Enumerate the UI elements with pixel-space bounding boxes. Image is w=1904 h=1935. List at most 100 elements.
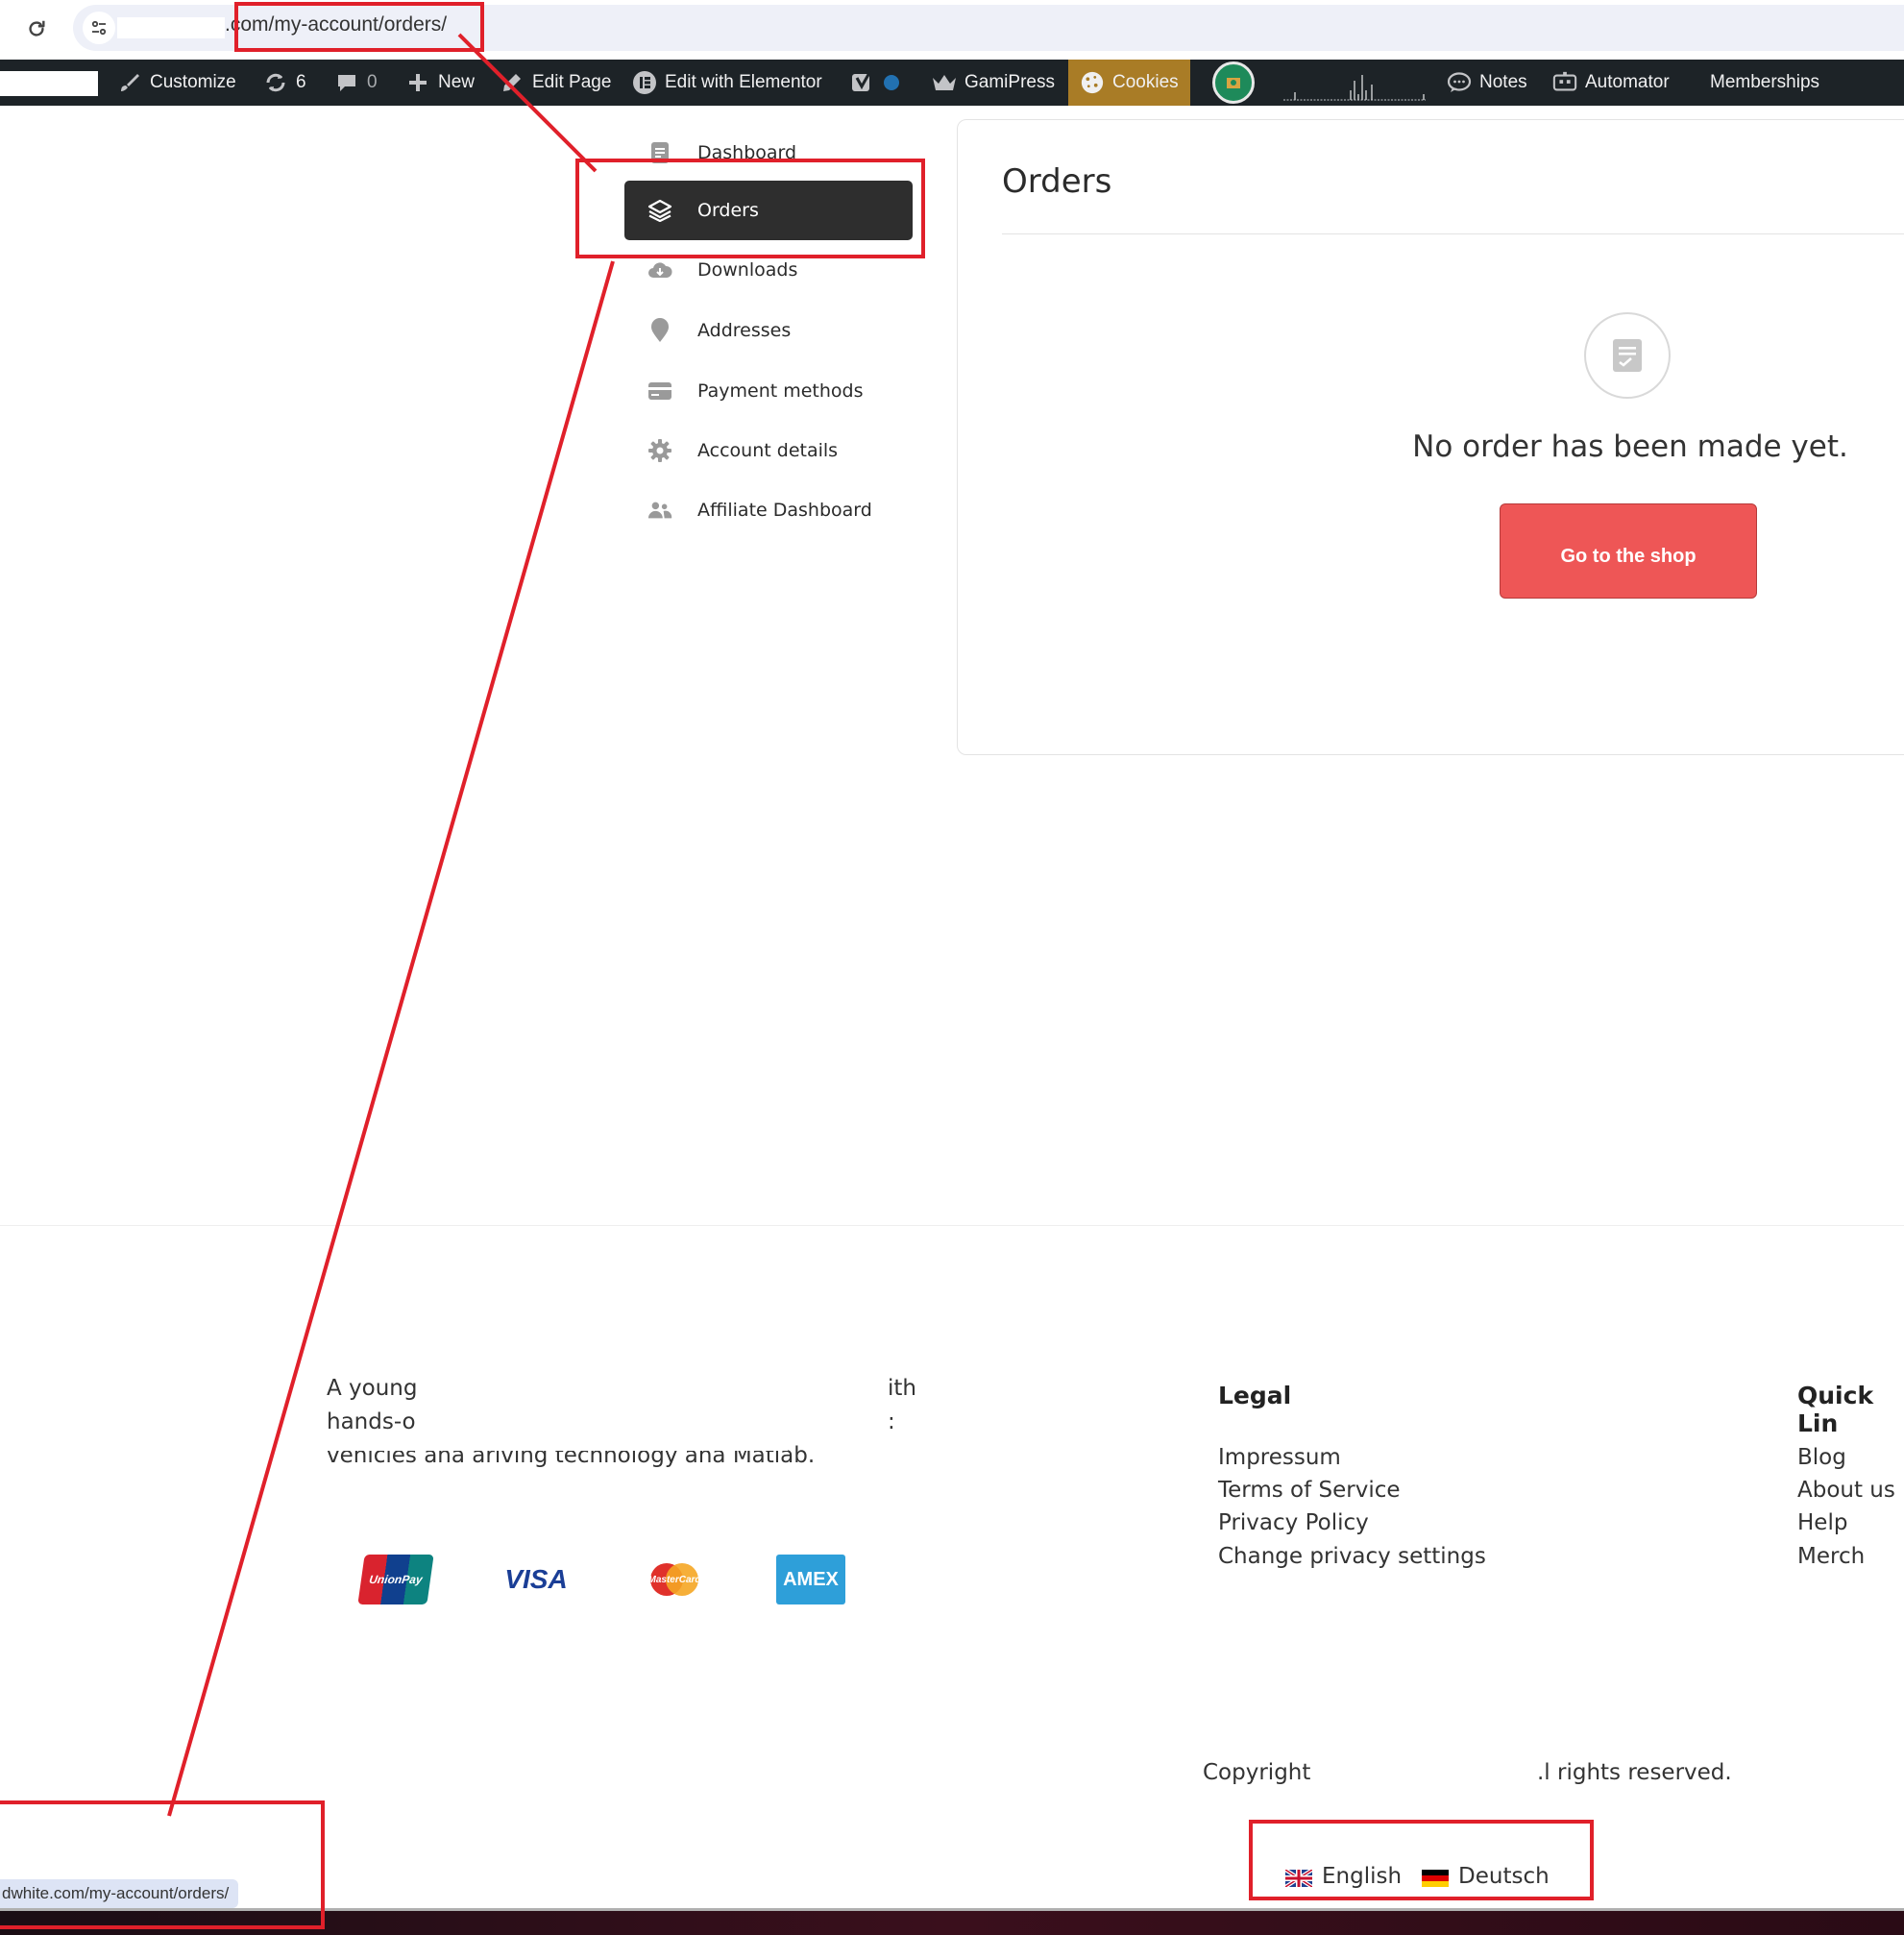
language-english[interactable]: English <box>1283 1864 1403 1889</box>
nav-item-dashboard[interactable]: Dashboard <box>624 123 913 183</box>
footer-about-line-2-start: hands-o <box>327 1409 416 1434</box>
memberships-label: Memberships <box>1710 72 1820 92</box>
cloud-download-icon <box>647 257 672 282</box>
new-content-link[interactable]: New <box>405 60 475 106</box>
edit-page-link[interactable]: Edit Page <box>500 60 611 106</box>
yoast-seo-link[interactable] <box>851 60 899 106</box>
empty-orders-document-icon <box>1584 312 1671 399</box>
map-pin-icon <box>647 318 672 343</box>
notes-label: Notes <box>1479 72 1527 92</box>
edit-with-elementor-link[interactable]: Edit with Elementor <box>632 60 822 106</box>
footer-link-terms-of-service[interactable]: Terms of Service <box>1218 1478 1401 1503</box>
url-text[interactable]: .com/my-account/orders/ <box>225 13 447 37</box>
nav-label-affiliate-dashboard: Affiliate Dashboard <box>697 500 872 521</box>
footer-divider <box>0 1225 1904 1226</box>
nav-label-payment-methods: Payment methods <box>697 380 864 402</box>
plus-icon <box>405 70 430 95</box>
orders-panel: Orders No order has been made yet. Go to… <box>957 119 1904 755</box>
robot-icon <box>1552 70 1577 95</box>
copyright-start: Copyright <box>1203 1760 1311 1785</box>
window-edge <box>0 1908 1904 1911</box>
copyright-end: .l rights reserved. <box>1537 1760 1732 1785</box>
nav-item-payment-methods[interactable]: Payment methods <box>624 361 913 421</box>
go-to-shop-button[interactable]: Go to the shop <box>1500 503 1757 599</box>
footer-link-about-us[interactable]: About us <box>1797 1478 1895 1503</box>
crown-icon <box>932 70 957 95</box>
nav-label-addresses: Addresses <box>697 320 792 341</box>
new-label: New <box>438 72 476 92</box>
nav-label-dashboard: Dashboard <box>697 142 797 163</box>
uk-flag-icon <box>1283 1868 1314 1889</box>
mastercard-logo: MasterCard <box>640 1555 709 1604</box>
footer-link-blog[interactable]: Blog <box>1797 1445 1846 1470</box>
footer-link-change-privacy-settings[interactable]: Change privacy settings <box>1218 1544 1486 1569</box>
taskbar-strip <box>0 1908 1904 1935</box>
footer-link-merch[interactable]: Merch <box>1797 1544 1865 1569</box>
gamipress-label: GamiPress <box>964 72 1055 92</box>
yoast-icon <box>851 70 876 95</box>
url-redaction <box>117 17 225 38</box>
nav-item-addresses[interactable]: Addresses <box>624 301 913 360</box>
automator-label: Automator <box>1585 72 1670 92</box>
visa-logo: VISA <box>504 1564 568 1594</box>
language-deutsch[interactable]: Deutsch <box>1422 1864 1550 1889</box>
user-avatar-link[interactable] <box>1212 60 1255 106</box>
document-icon <box>647 140 672 165</box>
status-bar-link-preview: dwhite.com/my-account/orders/ <box>0 1879 239 1908</box>
customize-label: Customize <box>150 72 236 92</box>
footer-about-line-1-start: A young <box>327 1376 418 1401</box>
nav-item-orders[interactable]: Orders <box>624 181 913 240</box>
edit-elementor-label: Edit with Elementor <box>665 72 822 92</box>
wp-admin-bar: Customize 6 0 New Edit Page Edit with El… <box>0 60 1904 106</box>
site-name-redaction <box>0 71 98 96</box>
avatar <box>1212 61 1255 104</box>
speech-bubble-icon <box>1447 70 1472 95</box>
cookies-link[interactable]: Cookies <box>1068 60 1190 106</box>
credit-card-icon <box>647 379 672 404</box>
updates-icon <box>263 70 288 95</box>
title-divider <box>1002 233 1904 234</box>
language-english-label: English <box>1322 1864 1403 1889</box>
users-icon <box>647 498 672 523</box>
customize-link[interactable]: Customize <box>117 60 236 106</box>
activity-sparkline <box>1283 75 1426 101</box>
comments-link[interactable]: 0 <box>334 60 378 106</box>
footer-link-help[interactable]: Help <box>1797 1510 1847 1535</box>
footer-about-line-2-end: : <box>888 1409 895 1434</box>
amex-logo: AMEX <box>776 1555 845 1604</box>
empty-orders-message: No order has been made yet. <box>1412 429 1848 464</box>
brush-icon <box>117 70 142 95</box>
unionpay-logo: UnionPay <box>357 1555 434 1604</box>
edit-page-label: Edit Page <box>532 72 612 92</box>
nav-label-orders: Orders <box>697 200 759 221</box>
elementor-icon <box>632 70 657 95</box>
nav-item-downloads[interactable]: Downloads <box>624 240 913 300</box>
tune-icon[interactable] <box>83 12 115 44</box>
language-deutsch-label: Deutsch <box>1458 1864 1550 1889</box>
footer-about-line-1-end: ith <box>888 1376 916 1401</box>
cookie-icon <box>1080 70 1105 95</box>
browser-toolbar: .com/my-account/orders/ <box>0 0 1904 60</box>
page-title: Orders <box>1002 162 1112 201</box>
pencil-icon <box>500 70 525 95</box>
comment-icon <box>334 70 359 95</box>
layers-icon <box>647 198 672 223</box>
gamipress-link[interactable]: GamiPress <box>932 60 1055 106</box>
nav-item-account-details[interactable]: Account details <box>624 421 913 480</box>
footer-text-redaction <box>327 1437 788 1451</box>
nav-label-account-details: Account details <box>697 440 839 461</box>
automator-link[interactable]: Automator <box>1552 60 1670 106</box>
seo-status-dot <box>884 75 899 90</box>
nav-label-downloads: Downloads <box>697 259 798 281</box>
reload-icon[interactable] <box>21 13 52 44</box>
legal-heading: Legal <box>1218 1382 1292 1409</box>
comments-count: 0 <box>367 72 378 92</box>
updates-count: 6 <box>296 72 306 92</box>
gear-icon <box>647 438 672 463</box>
footer-link-privacy-policy[interactable]: Privacy Policy <box>1218 1510 1369 1535</box>
nav-item-affiliate-dashboard[interactable]: Affiliate Dashboard <box>624 480 913 540</box>
memberships-link[interactable]: Memberships <box>1710 60 1819 106</box>
footer-link-impressum[interactable]: Impressum <box>1218 1445 1341 1470</box>
updates-link[interactable]: 6 <box>263 60 306 106</box>
notes-link[interactable]: Notes <box>1447 60 1527 106</box>
